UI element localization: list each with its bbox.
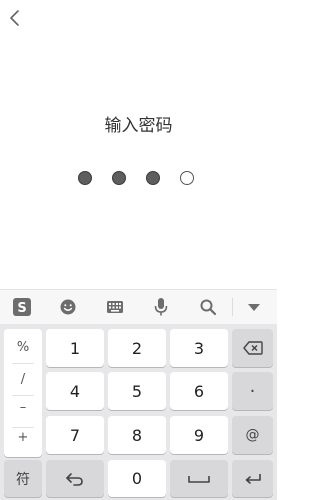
key-3[interactable]: 3 <box>170 329 228 367</box>
search-icon <box>200 299 217 316</box>
key-8[interactable]: 8 <box>108 416 166 454</box>
key-7[interactable]: 7 <box>46 416 104 454</box>
backspace-button[interactable] <box>232 329 273 367</box>
space-icon <box>188 475 210 483</box>
passcode-dot-1 <box>78 171 92 185</box>
page-title: 输入密码 <box>104 116 173 136</box>
passcode-dot-2 <box>112 171 126 185</box>
collapse-keyboard-button[interactable] <box>239 290 269 324</box>
sogou-logo-icon: S <box>13 298 31 316</box>
symbols-key[interactable]: 符 <box>4 460 42 497</box>
emoji-button[interactable] <box>53 290 83 324</box>
key-9[interactable]: 9 <box>170 416 228 454</box>
at-key[interactable]: @ <box>232 416 273 454</box>
symbol-list[interactable]: % / – + <box>4 329 42 457</box>
toolbar-divider <box>232 298 233 316</box>
dot-key[interactable]: · <box>232 372 273 410</box>
key-6[interactable]: 6 <box>170 372 228 410</box>
passcode-dot-4 <box>180 171 194 185</box>
key-4[interactable]: 4 <box>46 372 104 410</box>
voice-input-button[interactable] <box>146 290 176 324</box>
keyboard-switch-button[interactable] <box>100 290 130 324</box>
symbol-key[interactable]: + <box>4 421 42 453</box>
backspace-icon <box>242 341 263 355</box>
search-button[interactable] <box>193 290 223 324</box>
key-0[interactable]: 0 <box>108 460 166 497</box>
symbol-key[interactable]: % <box>4 331 42 363</box>
collapse-icon <box>248 304 260 311</box>
undo-arrow-icon <box>66 472 83 486</box>
microphone-icon <box>154 298 168 316</box>
back-button[interactable] <box>4 4 28 32</box>
emoji-icon <box>60 299 76 315</box>
key-1[interactable]: 1 <box>46 329 104 367</box>
key-2[interactable]: 2 <box>108 329 166 367</box>
chevron-left-icon <box>10 10 19 26</box>
keyboard-icon <box>107 301 123 313</box>
space-key[interactable] <box>170 460 228 497</box>
key-5[interactable]: 5 <box>108 372 166 410</box>
passcode-indicator <box>0 171 277 187</box>
return-button[interactable] <box>46 460 104 497</box>
numeric-keyboard: % / – + 1 2 3 4 5 6 · 7 8 9 @ 符 0 <box>0 324 277 500</box>
sogou-logo-button[interactable]: S <box>7 290 37 324</box>
svg-text:S: S <box>17 301 26 316</box>
symbol-key[interactable]: – <box>4 391 42 423</box>
enter-icon <box>245 473 261 484</box>
enter-button[interactable] <box>232 460 273 497</box>
ime-toolbar: S <box>0 289 277 324</box>
passcode-dot-3 <box>146 171 160 185</box>
